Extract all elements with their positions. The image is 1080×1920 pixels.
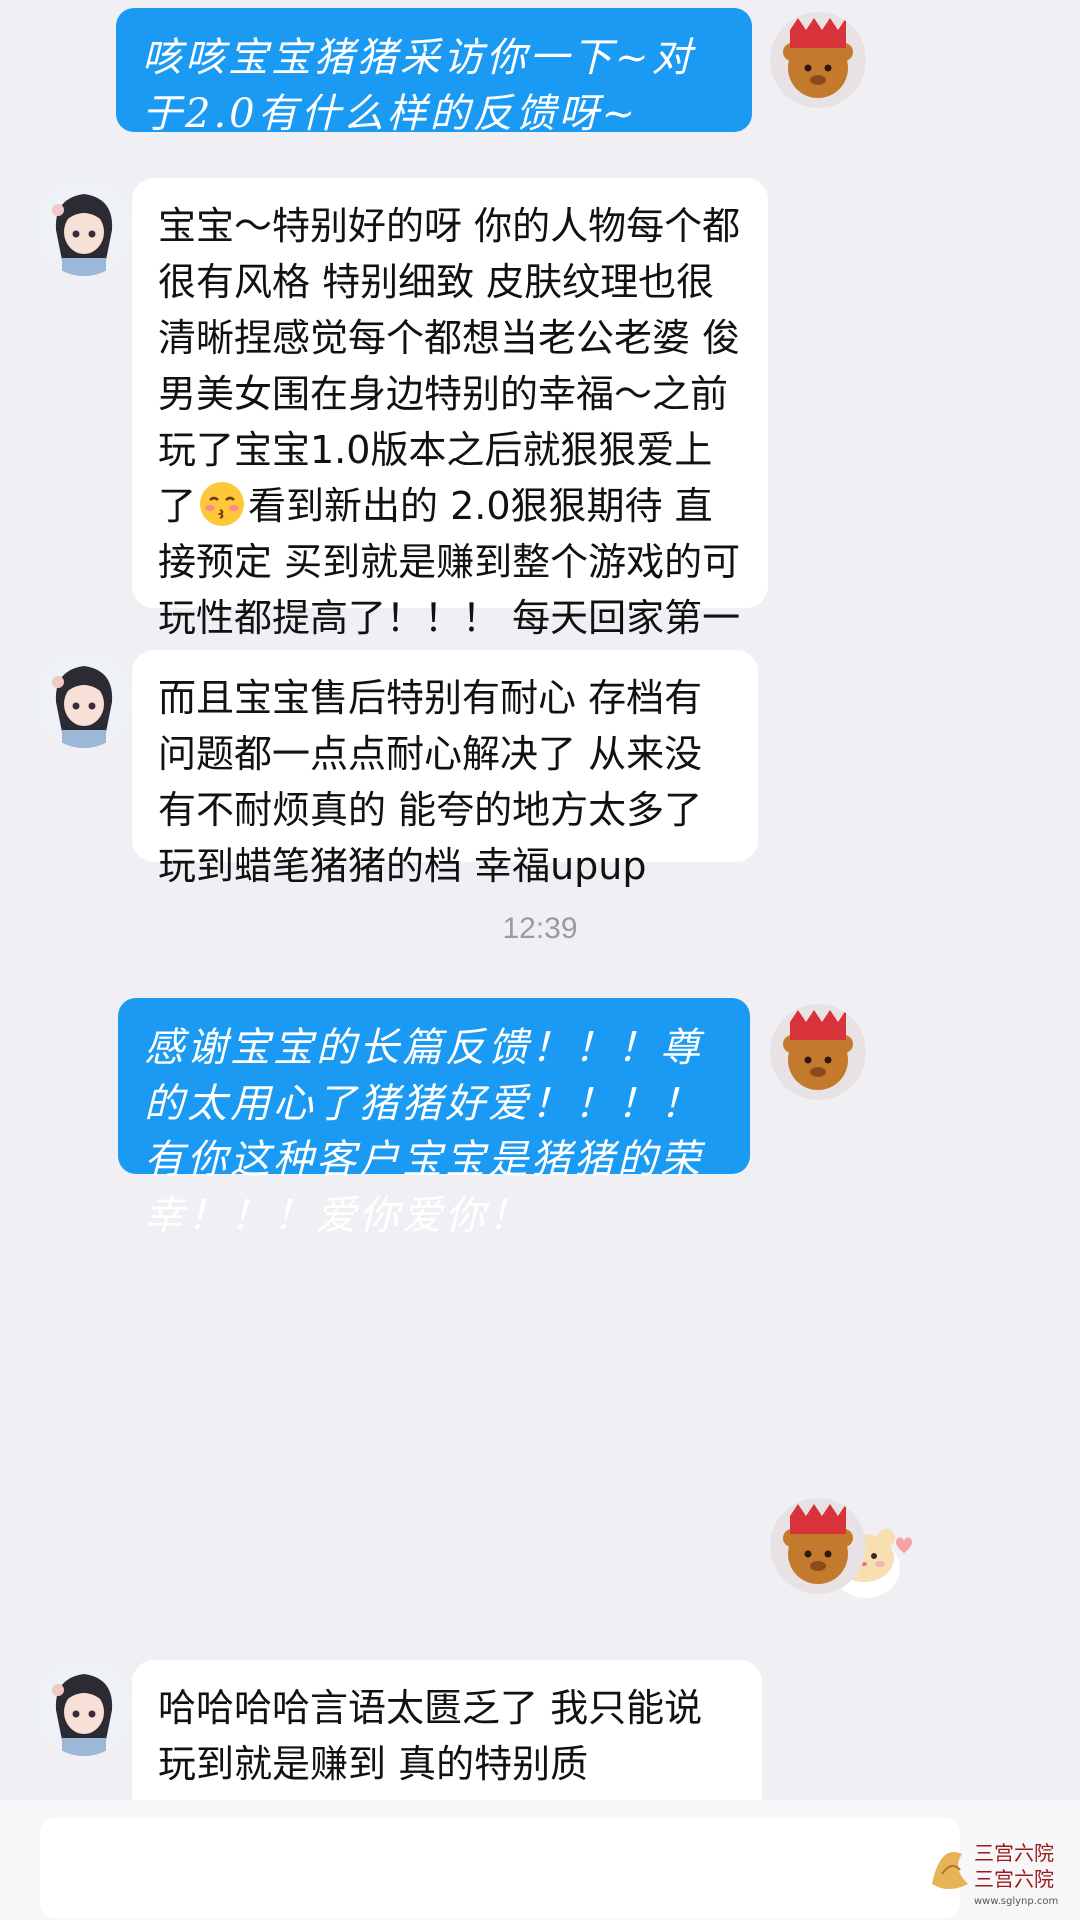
message-input[interactable]: [40, 1818, 960, 1918]
svg-text:三宫六院: 三宫六院: [974, 1841, 1054, 1865]
incoming-message-bubble[interactable]: 而且宝宝售后特别有耐心 存档有问题都一点点耐心解决了 从来没有不耐烦真的 能夸的…: [132, 650, 758, 888]
contact-avatar[interactable]: [36, 652, 132, 748]
contact-avatar[interactable]: [36, 1660, 132, 1756]
red-crown-bear-icon: [770, 1498, 866, 1594]
contact-avatar[interactable]: [36, 180, 132, 276]
watermark-logo: 三宫六院 三宫六院 www.sglynp.com: [922, 1824, 1072, 1914]
outgoing-message-bubble[interactable]: 咳咳宝宝猪猪采访你一下~对于2.0有什么样的反馈呀~: [116, 8, 752, 137]
anime-girl-icon: [36, 180, 132, 276]
anime-girl-icon: [36, 652, 132, 748]
outgoing-message-bubble[interactable]: 感谢宝宝的长篇反馈！！！尊的太用心了猪猪好爱！！！！有你这种客户宝宝是猪猪的荣幸…: [118, 998, 750, 1239]
anime-girl-icon: [36, 1660, 132, 1756]
message-text: 感谢宝宝的长篇反馈！！！尊的太用心了猪猪好爱！！！！有你这种客户宝宝是猪猪的荣幸…: [144, 1025, 703, 1239]
chat-screen: 咳咳宝宝猪猪采访你一下~对于2.0有什么样的反馈呀~ 宝宝～特别好的呀 你的人物…: [0, 0, 1080, 1920]
svg-text:三宫六院: 三宫六院: [974, 1867, 1054, 1891]
incoming-message-bubble[interactable]: 宝宝～特别好的呀 你的人物每个都很有风格 特别细致 皮肤纹理也很清晰捏感觉每个都…: [132, 178, 768, 752]
kissing-face-emoji-icon: [198, 480, 246, 528]
svg-text:www.sglynp.com: www.sglynp.com: [974, 1896, 1058, 1907]
self-avatar[interactable]: [770, 12, 866, 108]
red-crown-bear-icon: [770, 1004, 866, 1100]
self-avatar[interactable]: [770, 1498, 866, 1594]
message-text: 而且宝宝售后特别有耐心 存档有问题都一点点耐心解决了 从来没有不耐烦真的 能夸的…: [158, 676, 703, 888]
message-timestamp: 12:39: [502, 912, 578, 945]
self-avatar[interactable]: [770, 1004, 866, 1100]
incoming-message-bubble[interactable]: 哈哈哈哈言语太匮乏了 我只能说 玩到就是赚到 真的特别质量！！！！: [132, 1660, 762, 1842]
message-text: 咳咳宝宝猪猪采访你一下~对于2.0有什么样的反馈呀~: [142, 35, 695, 137]
red-crown-bear-icon: [770, 12, 866, 108]
chat-input-bar: [0, 1800, 1080, 1920]
